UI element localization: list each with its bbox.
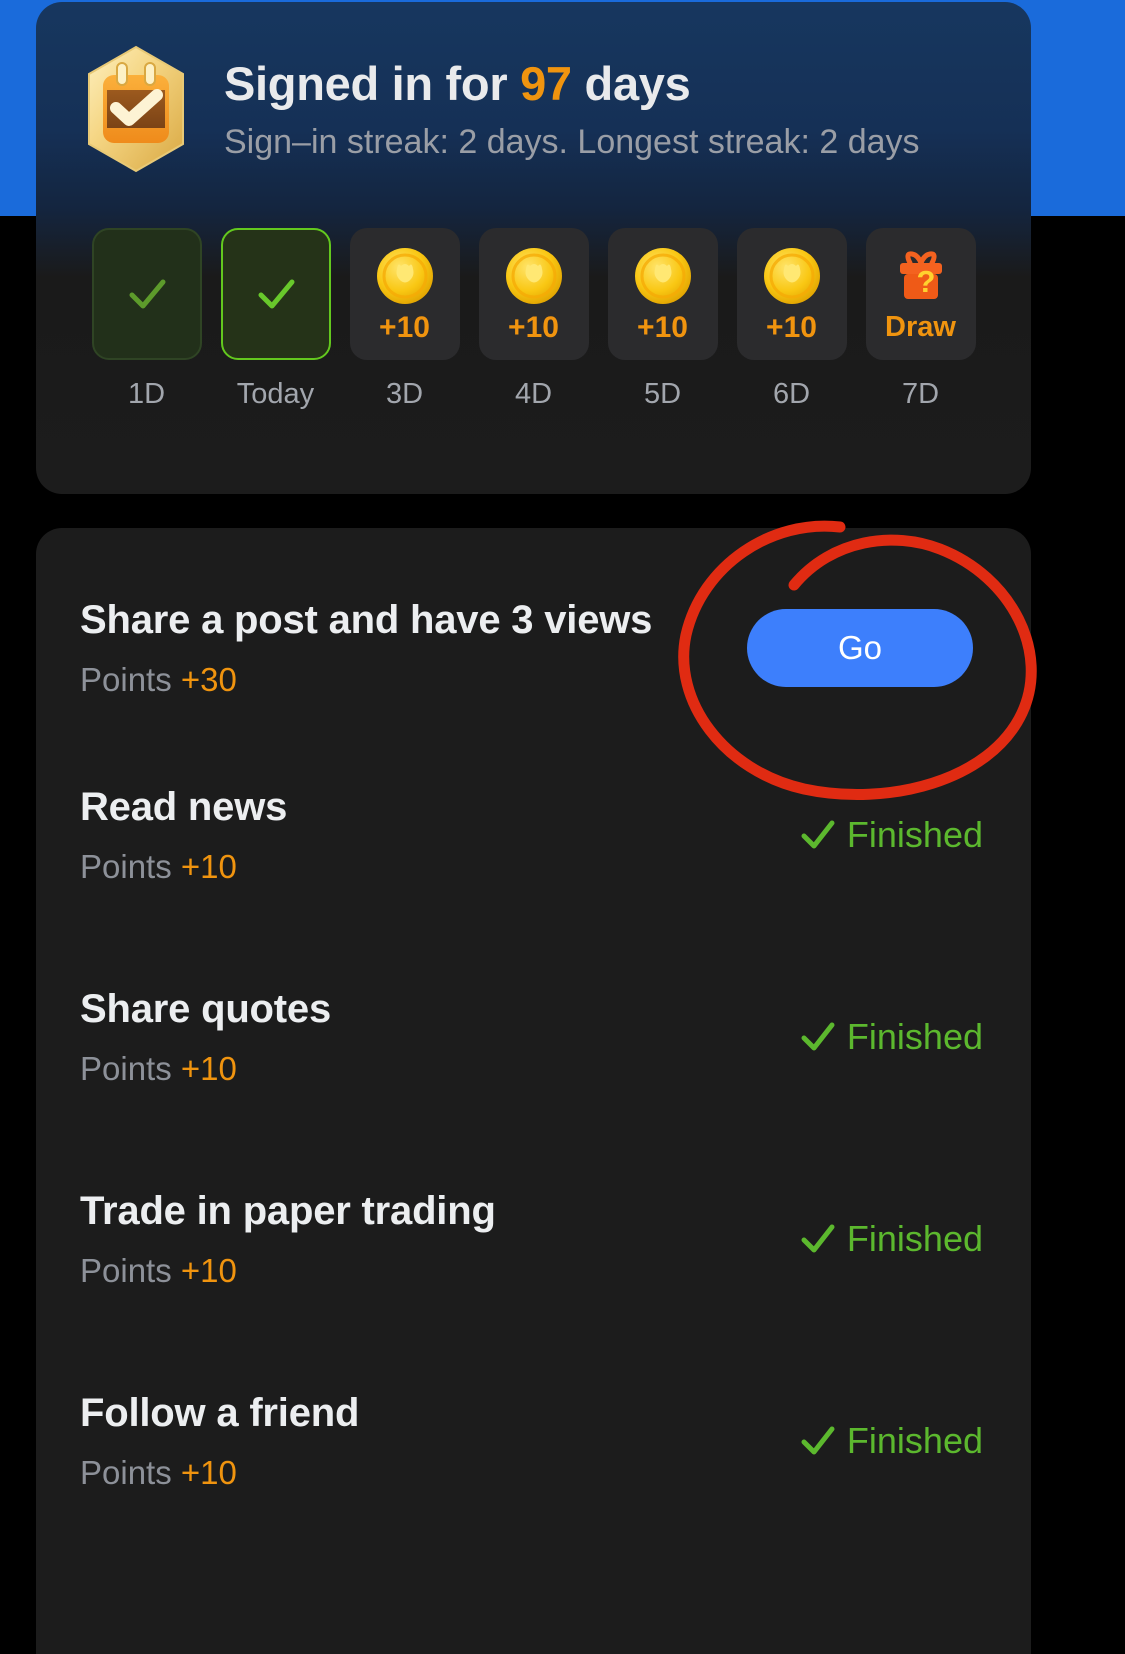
day-item-4d[interactable]: +10 4D <box>478 228 589 411</box>
sign-in-title-prefix: Signed in for <box>224 57 508 110</box>
task-points-value: +10 <box>180 1453 237 1491</box>
gift-box-icon: ? <box>899 250 942 299</box>
task-points: Points +10 <box>80 1454 359 1492</box>
day-tile-claimed[interactable] <box>91 228 202 360</box>
day-label: Today <box>236 378 315 410</box>
task-info: Share quotes Points +10 <box>80 987 331 1088</box>
day-label: 4D <box>514 378 553 410</box>
day-tile-pending[interactable]: +10 <box>478 228 589 360</box>
day-reward: +10 <box>766 311 817 344</box>
finished-status: Finished <box>799 814 983 856</box>
task-points-value: +30 <box>180 660 237 698</box>
finished-status: Finished <box>799 1420 983 1462</box>
sign-in-rewards-screen: Signed in for 97 days Sign–in streak: 2 … <box>0 0 1125 1654</box>
task-points-label: Points <box>80 660 172 698</box>
day-item-7d[interactable]: ? Draw 7D <box>865 228 976 411</box>
check-icon <box>129 279 165 309</box>
finished-label: Finished <box>846 1420 983 1461</box>
check-icon <box>801 1022 835 1051</box>
check-icon <box>801 1426 835 1455</box>
coin-icon <box>763 248 820 304</box>
task-info: Trade in paper trading Points +10 <box>80 1189 496 1290</box>
day-label: 7D <box>901 378 940 410</box>
task-row: Follow a friend Points +10 Finished <box>80 1340 987 1542</box>
day-tile-draw[interactable]: ? Draw <box>865 228 976 360</box>
day-label: 5D <box>643 378 682 410</box>
sign-in-header: Signed in for 97 days Sign–in streak: 2 … <box>36 2 1031 216</box>
check-icon <box>801 1224 835 1253</box>
task-points: Points +10 <box>80 848 287 886</box>
coin-icon <box>505 248 562 304</box>
coin-icon <box>376 248 433 304</box>
calendar-check-badge-icon <box>78 44 194 174</box>
task-points-value: +10 <box>180 847 237 885</box>
day-reward: +10 <box>508 311 559 344</box>
day-tile-pending[interactable]: +10 <box>607 228 718 360</box>
task-row: Trade in paper trading Points +10 Finish… <box>80 1138 987 1340</box>
task-points-label: Points <box>80 1049 172 1087</box>
day-tile-pending[interactable]: +10 <box>349 228 460 360</box>
sign-in-title-suffix: days <box>584 57 691 110</box>
task-title: Trade in paper trading <box>80 1188 496 1233</box>
day-reward: +10 <box>379 311 430 344</box>
tasks-card: Share a post and have 3 views Points +30… <box>36 528 1031 1654</box>
day-item-5d[interactable]: +10 5D <box>607 228 718 411</box>
check-icon <box>258 279 294 309</box>
task-title: Follow a friend <box>80 1390 360 1435</box>
sign-in-days-count: 97 <box>520 57 572 110</box>
task-info: Share a post and have 3 views Points +30 <box>80 598 652 699</box>
day-item-3d[interactable]: +10 3D <box>349 228 460 411</box>
sign-in-card: Signed in for 97 days Sign–in streak: 2 … <box>36 2 1031 494</box>
finished-status: Finished <box>799 1016 983 1058</box>
day-label: 6D <box>772 378 811 410</box>
task-points-value: +10 <box>180 1251 237 1289</box>
day-label: 1D <box>127 378 166 410</box>
day-tile-pending[interactable]: +10 <box>736 228 847 360</box>
task-title: Share a post and have 3 views <box>80 597 653 642</box>
task-info: Read news Points +10 <box>80 785 287 886</box>
finished-label: Finished <box>846 1016 983 1057</box>
day-reward: +10 <box>637 311 688 344</box>
day-item-6d[interactable]: +10 6D <box>736 228 847 411</box>
sign-in-header-text: Signed in for 97 days Sign–in streak: 2 … <box>224 56 920 162</box>
go-button[interactable]: Go <box>747 609 973 687</box>
day-item-1d[interactable]: 1D <box>91 228 202 411</box>
task-points: Points +30 <box>80 661 652 699</box>
day-tile-today[interactable] <box>220 228 331 360</box>
coin-icon <box>634 248 691 304</box>
task-title: Share quotes <box>80 986 331 1031</box>
day-item-today[interactable]: Today <box>220 228 331 411</box>
finished-status: Finished <box>799 1218 983 1260</box>
task-row: Share quotes Points +10 Finished <box>80 936 987 1138</box>
task-points-label: Points <box>80 1251 172 1289</box>
sign-in-title: Signed in for 97 days <box>224 56 920 111</box>
finished-label: Finished <box>846 814 983 855</box>
task-points-label: Points <box>80 1453 172 1491</box>
svg-text:?: ? <box>916 264 935 299</box>
day-reward: Draw <box>885 310 956 343</box>
task-row: Share a post and have 3 views Points +30… <box>80 528 987 734</box>
task-points-label: Points <box>80 847 172 885</box>
sign-in-streak-subtitle: Sign–in streak: 2 days. Longest streak: … <box>224 123 920 161</box>
task-points: Points +10 <box>80 1252 496 1290</box>
day-label: 3D <box>385 378 424 410</box>
task-info: Follow a friend Points +10 <box>80 1391 359 1492</box>
check-icon <box>801 820 835 849</box>
finished-label: Finished <box>846 1218 983 1259</box>
task-row: Read news Points +10 Finished <box>80 734 987 936</box>
task-title: Read news <box>80 784 288 829</box>
task-points-value: +10 <box>180 1049 237 1087</box>
sign-in-days-row: 1D Today +10 3D +10 4D +10 5D +10 6D ? D… <box>36 228 1031 411</box>
task-points: Points +10 <box>80 1050 331 1088</box>
